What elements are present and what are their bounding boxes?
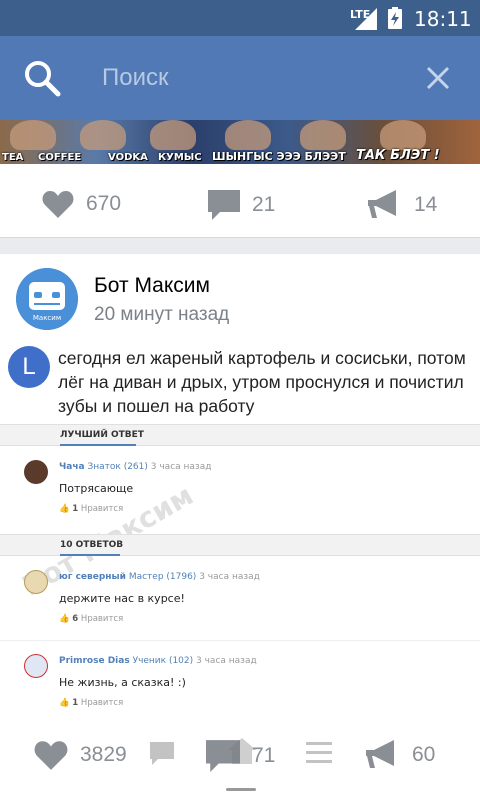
answer-rank: Мастер (1796) <box>128 572 197 582</box>
meme-caption: TEA <box>2 152 24 163</box>
answer-likes[interactable]: 👍 1 Нравится <box>59 504 123 514</box>
answer-time: 3 часа назад <box>150 462 212 472</box>
comment-button[interactable]: 21 <box>208 190 275 220</box>
comment-icon <box>208 190 240 220</box>
comments-count: 21 <box>252 193 276 216</box>
signal-icon <box>355 8 377 30</box>
post-bottom-actions: 3829 71 60 <box>0 720 480 790</box>
answer-text: Потрясающе <box>59 482 134 495</box>
menu-nav-icon[interactable] <box>306 742 332 764</box>
messages-nav-icon[interactable] <box>150 742 174 766</box>
search-icon[interactable] <box>22 58 62 98</box>
answer-time: 3 часа назад <box>196 656 257 666</box>
meme-image[interactable]: TEA COFFEE VODKA КУМЫС ШЫНГЫС ЭЭЭ БЛЭЭТ … <box>0 120 480 164</box>
bot-icon: Максим <box>16 268 78 330</box>
heart-icon <box>34 741 68 770</box>
answer-text: держите нас в курсе! <box>59 592 185 605</box>
likes-count: 670 <box>86 192 122 215</box>
share-button[interactable]: 14 <box>368 190 437 220</box>
like-button[interactable]: 3829 <box>34 740 127 770</box>
shares-count: 60 <box>412 743 436 766</box>
answer-avatar[interactable] <box>24 460 48 484</box>
likes-count: 3829 <box>80 743 127 766</box>
answer-author[interactable]: Primrose Dias <box>59 656 130 666</box>
meme-caption: КУМЫС <box>158 152 202 163</box>
answer-author[interactable]: Чача <box>59 462 85 472</box>
home-indicator <box>226 788 256 791</box>
answer-likes-count: 1 <box>72 504 79 514</box>
answer-time: 3 часа назад <box>199 572 260 582</box>
answer-avatar[interactable] <box>24 654 48 678</box>
battery-charging-icon <box>388 7 402 29</box>
author-avatar[interactable]: Максим <box>16 268 78 330</box>
shares-count: 14 <box>414 193 438 216</box>
answer-likes-word: Нравится <box>80 504 124 514</box>
post-card: Максим Бот Максим 20 минут назад L сегод… <box>0 254 480 800</box>
answer-meta: Чача Знаток (261) 3 часа назад <box>59 462 211 472</box>
share-button[interactable]: 60 <box>366 740 435 770</box>
post-time: 20 минут назад <box>94 304 230 325</box>
clock: 18:11 <box>414 7 472 31</box>
answer-likes-word: Нравится <box>80 614 124 624</box>
answer-likes-word: Нравится <box>80 698 124 708</box>
like-button[interactable]: 670 <box>42 190 121 218</box>
search-header <box>0 36 480 120</box>
search-input[interactable] <box>102 61 402 95</box>
asker-avatar: L <box>8 346 50 388</box>
answer-likes-count: 1 <box>72 698 79 708</box>
meme-caption: VODKA <box>108 152 148 163</box>
answers-count-heading: 10 ОТВЕТОВ <box>60 540 124 550</box>
author-name[interactable]: Бот Максим <box>94 274 210 298</box>
meme-caption: ТАК БЛЭТ ! <box>356 148 440 163</box>
home-nav-icon[interactable] <box>228 738 256 764</box>
answer-likes-count: 6 <box>72 614 79 624</box>
answers-count-label: 10 ОТВЕТОВ <box>0 534 480 556</box>
answer-avatar[interactable] <box>24 570 48 594</box>
answer-rank: Знаток (261) <box>87 462 148 472</box>
post-actions-bar: 670 21 14 <box>0 164 480 238</box>
megaphone-icon <box>368 190 396 218</box>
best-answer-label: ЛУЧШИЙ ОТВЕТ <box>0 424 480 446</box>
megaphone-icon <box>366 740 394 768</box>
answer-likes[interactable]: 👍 6 Нравится <box>59 614 123 624</box>
meme-caption: COFFEE <box>38 152 82 163</box>
close-icon[interactable] <box>426 66 450 90</box>
avatar-caption: Максим <box>33 314 61 322</box>
status-bar: LTE 18:11 <box>0 0 480 36</box>
answer-likes[interactable]: 👍 1 Нравится <box>59 698 123 708</box>
answer-author[interactable]: юг северный <box>59 572 126 582</box>
divider <box>0 640 480 641</box>
best-answer-heading: ЛУЧШИЙ ОТВЕТ <box>60 430 144 440</box>
heart-icon <box>42 191 74 218</box>
answer-text: Не жизнь, а сказка! :) <box>59 676 186 689</box>
answer-meta: Primrose Dias Ученик (102) 3 часа назад <box>59 656 257 666</box>
answer-meta: юг северный Мастер (1796) 3 часа назад <box>59 572 260 582</box>
answer-rank: Ученик (102) <box>132 656 194 666</box>
meme-caption: ШЫНГЫС ЭЭЭ БЛЭЭТ <box>212 150 346 163</box>
question-text: сегодня ел жареный картофель и сосиськи,… <box>58 348 466 416</box>
